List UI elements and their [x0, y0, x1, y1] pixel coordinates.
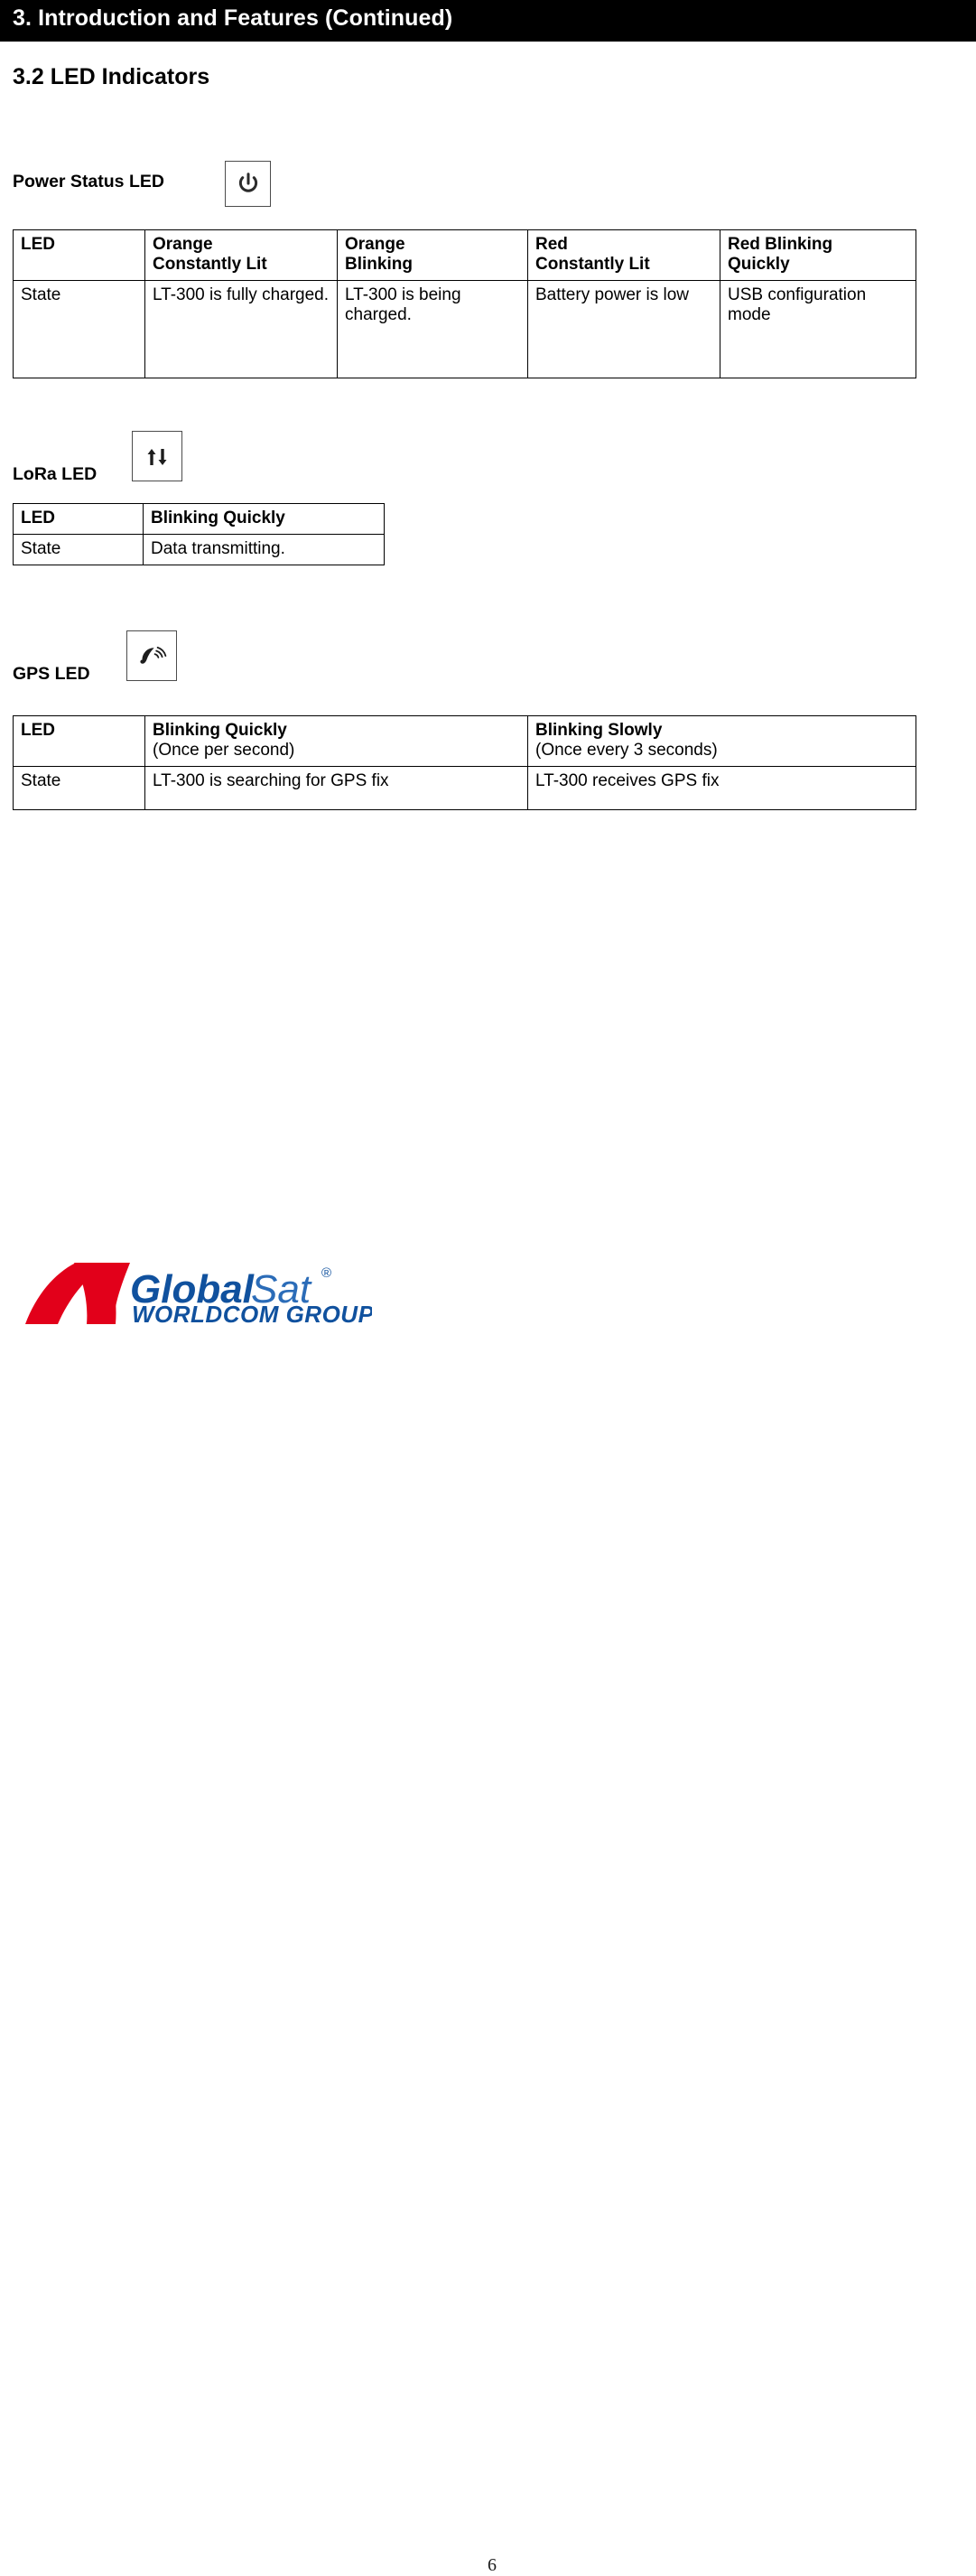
power-status-led-table: LED Orange Constantly Lit Orange Blinkin… [13, 229, 916, 379]
page-footer: Global Sat ® WORLDCOM GROUP 6 [0, 1257, 976, 2575]
cell-state-orange-blinking: LT-300 is being charged. [337, 280, 528, 379]
cell-state-red-blinking-quickly: USB configuration mode [720, 280, 916, 379]
header-line: Constantly Lit [153, 255, 267, 275]
row-label-state: State [13, 534, 144, 566]
row-label-led: LED [13, 502, 144, 536]
column-header-orange-blinking: Orange Blinking [337, 229, 528, 282]
cell-state-blinking-slowly: LT-300 receives GPS fix [527, 766, 916, 811]
chapter-header-bar: 3. Introduction and Features (Continued) [0, 0, 976, 42]
column-header-orange-constantly-lit: Orange Constantly Lit [144, 229, 338, 282]
table-row: State LT-300 is searching for GPS fix LT… [13, 766, 916, 811]
header-line: Orange [153, 235, 213, 254]
row-label-state: State [13, 280, 145, 379]
gps-led-table: LED Blinking Quickly (Once per second) B… [13, 714, 916, 811]
header-line: Red [535, 235, 568, 254]
table-row: State LT-300 is fully charged. LT-300 is… [13, 280, 916, 379]
header-line: Blinking Slowly [535, 721, 663, 740]
header-line: Red Blinking [728, 235, 833, 254]
header-line: Blinking [345, 255, 413, 275]
transfer-arrows-icon [132, 431, 182, 481]
column-header-red-blinking-quickly: Red Blinking Quickly [720, 229, 916, 282]
satellite-dish-icon [126, 630, 177, 681]
page-title: 3.2 LED Indicators [13, 64, 210, 89]
column-header-blinking-quickly: Blinking Quickly [143, 502, 385, 536]
table-row: LED Orange Constantly Lit Orange Blinkin… [13, 229, 916, 282]
page-number: 6 [488, 2555, 497, 2575]
lora-led-label: LoRa LED [13, 464, 98, 484]
cell-state-blinking-quickly: Data transmitting. [143, 534, 385, 566]
table-row: LED Blinking Quickly [13, 502, 385, 536]
header-line: Quickly [728, 255, 790, 275]
column-header-blinking-slowly: Blinking Slowly (Once every 3 seconds) [527, 714, 916, 768]
cell-state-red-constantly-lit: Battery power is low [527, 280, 720, 379]
globalsat-logo: Global Sat ® WORLDCOM GROUP [20, 1259, 374, 1332]
gps-led-label: GPS LED [13, 664, 90, 684]
header-line: Constantly Lit [535, 255, 650, 275]
header-note: (Once per second) [153, 741, 295, 761]
cell-state-blinking-quickly: LT-300 is searching for GPS fix [144, 766, 528, 811]
row-label-state: State [13, 766, 145, 811]
row-label-led: LED [13, 714, 145, 768]
globalsat-n-mark [25, 1263, 130, 1324]
power-status-led-label: Power Status LED [13, 172, 164, 191]
column-header-red-constantly-lit: Red Constantly Lit [527, 229, 720, 282]
table-row: State Data transmitting. [13, 534, 385, 566]
table-row: LED Blinking Quickly (Once per second) B… [13, 714, 916, 768]
power-icon [225, 161, 271, 207]
logo-tagline: WORLDCOM GROUP [132, 1301, 372, 1328]
header-line: Blinking Quickly [153, 721, 287, 740]
chapter-title: 3. Introduction and Features (Continued) [13, 5, 453, 31]
registered-trademark-icon: ® [321, 1265, 331, 1281]
cell-state-orange-constantly-lit: LT-300 is fully charged. [144, 280, 338, 379]
header-note: (Once every 3 seconds) [535, 741, 718, 761]
header-line: Orange [345, 235, 405, 254]
row-label-led: LED [13, 229, 145, 282]
lora-led-table: LED Blinking Quickly State Data transmit… [13, 502, 385, 566]
column-header-blinking-quickly: Blinking Quickly (Once per second) [144, 714, 528, 768]
